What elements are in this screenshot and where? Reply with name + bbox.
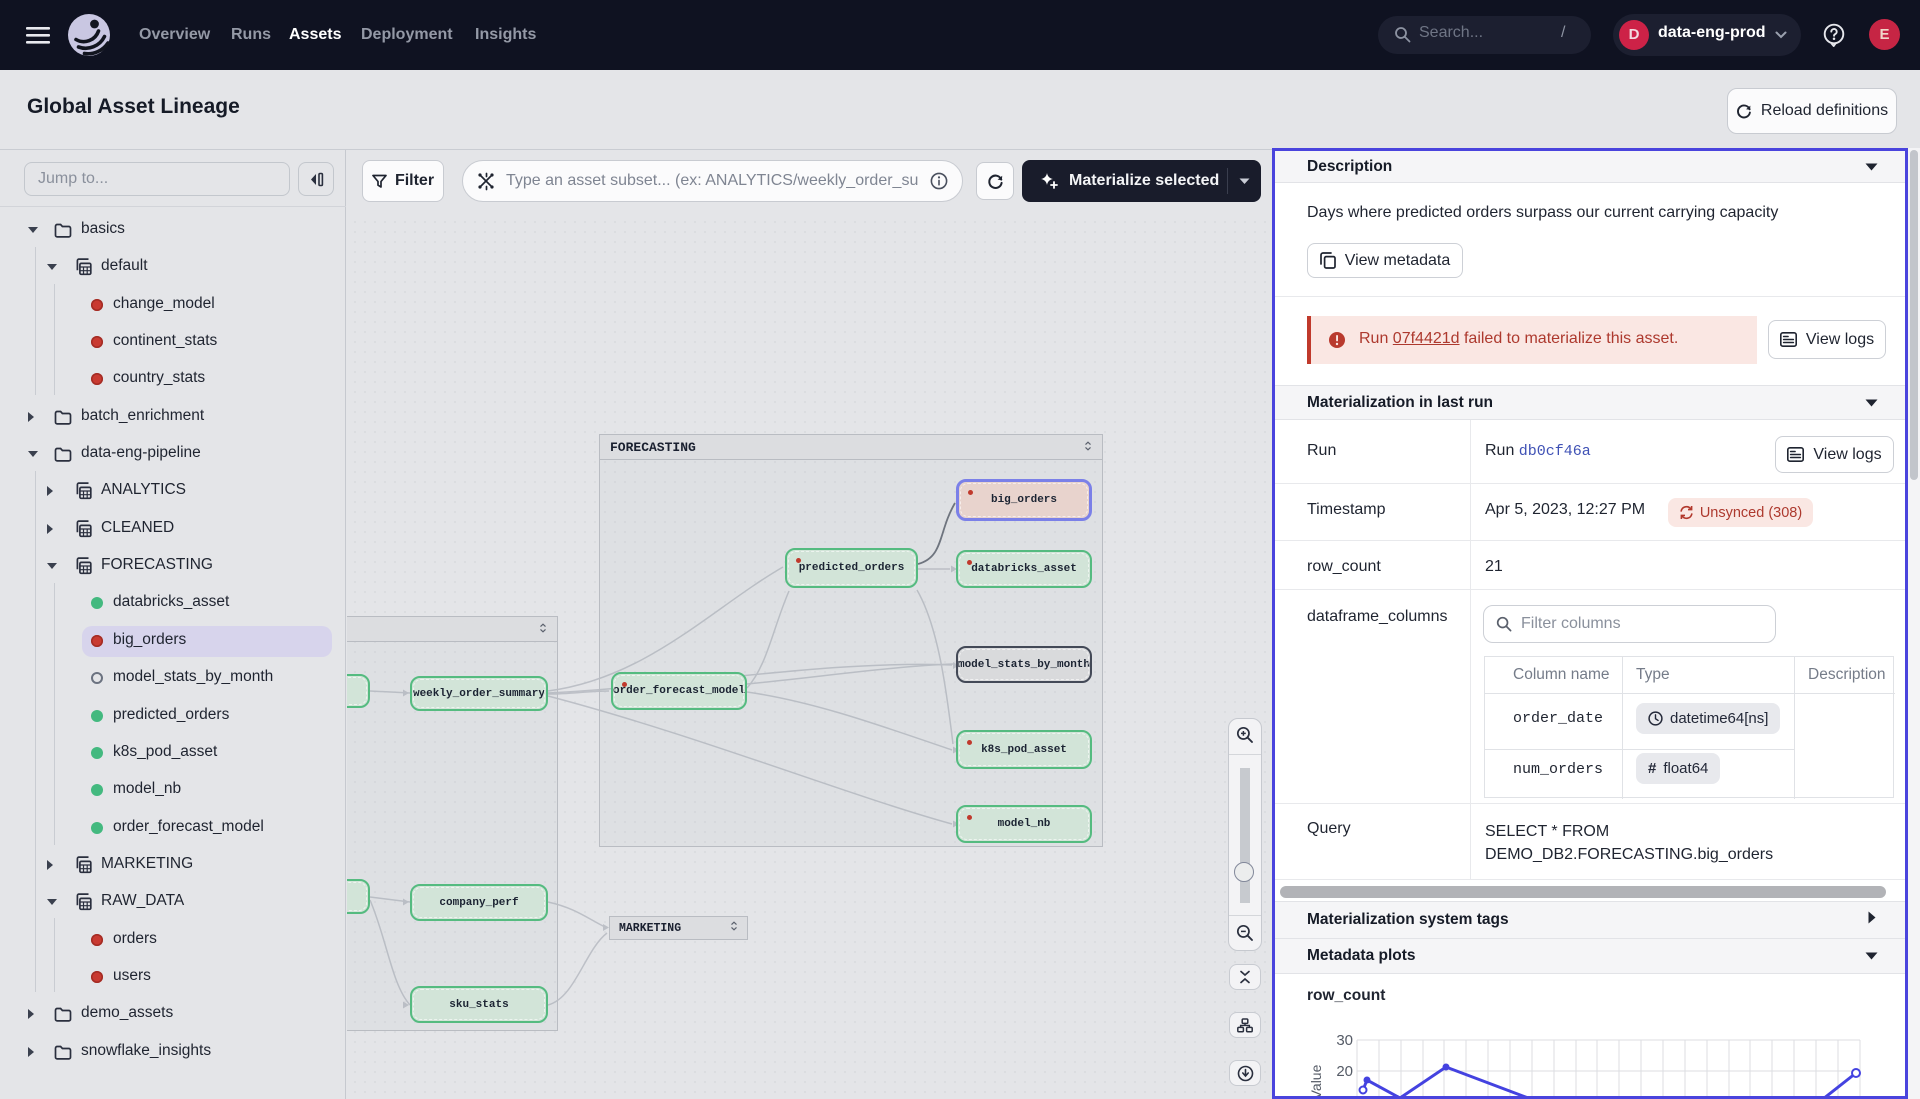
svg-text:10: 10: [1336, 1093, 1353, 1099]
svg-text:Value: Value: [1308, 1064, 1324, 1099]
svg-text:20: 20: [1336, 1063, 1353, 1080]
svg-text:30: 30: [1336, 1032, 1353, 1049]
